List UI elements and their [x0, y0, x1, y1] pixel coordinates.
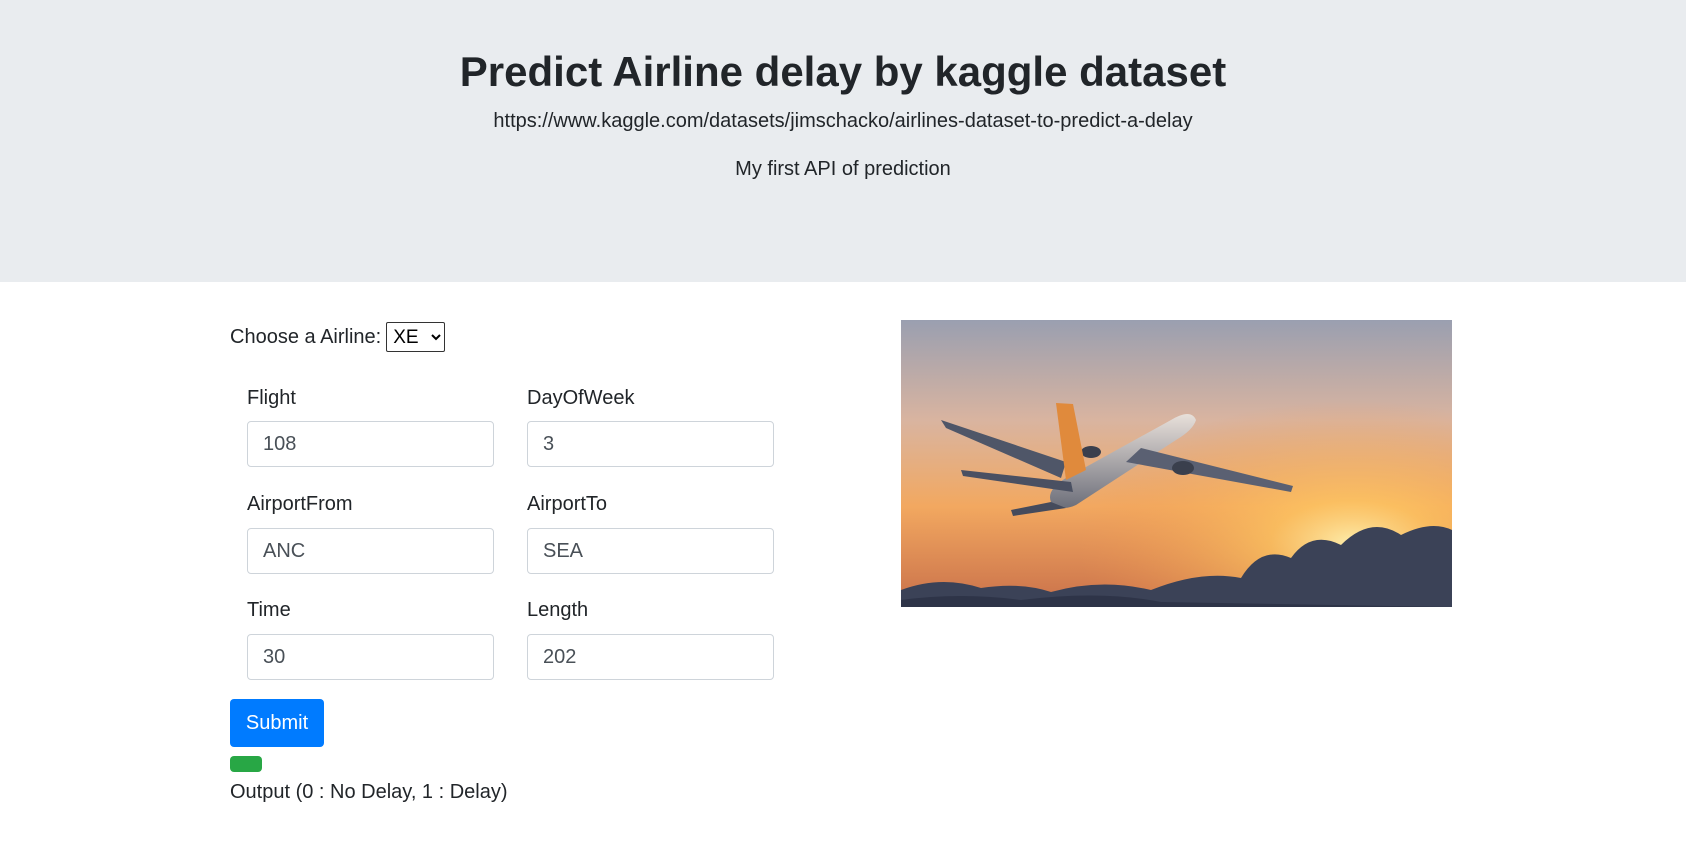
- time-input[interactable]: [247, 634, 494, 680]
- output-note: Output (0 : No Delay, 1 : Delay): [230, 781, 508, 803]
- airplane-sunset-graphic: [901, 320, 1452, 607]
- day-of-week-input[interactable]: [527, 421, 774, 467]
- length-input[interactable]: [527, 634, 774, 680]
- page-subtitle: My first API of prediction: [735, 158, 951, 180]
- day-of-week-label: DayOfWeek: [527, 387, 635, 409]
- airline-selector-row: Choose a Airline: XE: [230, 321, 446, 353]
- airport-from-label: AirportFrom: [247, 493, 353, 515]
- airport-from-input[interactable]: [247, 528, 494, 574]
- airport-to-label: AirportTo: [527, 493, 608, 515]
- time-label: Time: [247, 599, 291, 621]
- page-title: Predict Airline delay by kaggle dataset: [459, 48, 1227, 95]
- flight-input[interactable]: [247, 421, 494, 467]
- submit-button[interactable]: Submit: [230, 699, 324, 747]
- prediction-result-badge: [230, 756, 262, 772]
- airline-select[interactable]: XE: [386, 322, 446, 352]
- flight-label: Flight: [247, 387, 296, 409]
- dataset-url: https://www.kaggle.com/datasets/jimschac…: [493, 110, 1193, 132]
- header-jumbotron: Predict Airline delay by kaggle dataset …: [0, 0, 1686, 282]
- length-label: Length: [527, 599, 589, 621]
- airline-label: Choose a Airline:: [230, 326, 382, 348]
- airplane-sunset-image: [901, 320, 1452, 607]
- airport-to-input[interactable]: [527, 528, 774, 574]
